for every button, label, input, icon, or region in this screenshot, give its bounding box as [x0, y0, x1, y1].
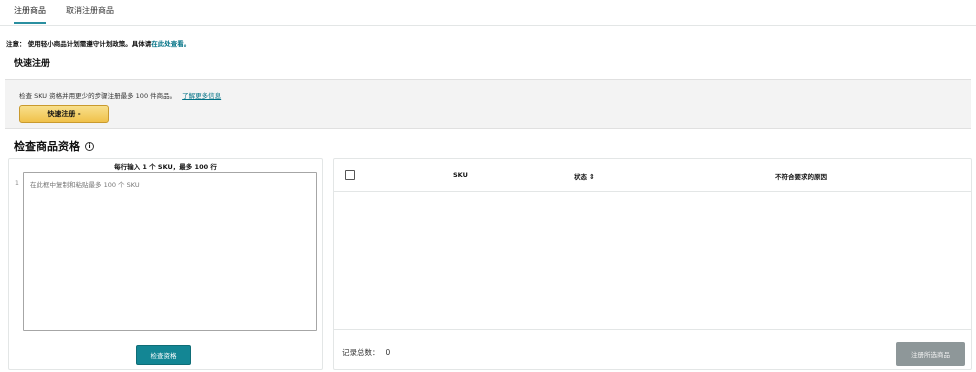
- select-all-checkbox[interactable]: [345, 170, 355, 180]
- learn-more-link[interactable]: 了解更多信息: [182, 92, 221, 100]
- record-count: 记录总数： 0: [342, 347, 390, 358]
- quick-register-button[interactable]: 快速注册 -: [19, 105, 109, 123]
- info-icon[interactable]: i: [85, 141, 94, 151]
- results-table: SKU 状态 ⇕ 不符合要求的原因 记录总数： 0 注册所选商品: [333, 158, 972, 370]
- check-eligibility-button[interactable]: 检查资格: [136, 345, 191, 365]
- tab-unregister-products[interactable]: 取消注册商品: [66, 5, 114, 22]
- quick-register-box: 检查 SKU 资格并用更少的步骤注册最多 100 件商品。 了解更多信息 快速注册…: [5, 79, 971, 129]
- sku-input-panel: 每行输入 1 个 SKU，最多 100 行 1 检查资格: [8, 158, 323, 370]
- record-count-value: 0: [385, 348, 391, 357]
- tab-register-products[interactable]: 注册商品: [14, 5, 46, 24]
- quick-register-text: 检查 SKU 资格并用更少的步骤注册最多 100 件商品。: [19, 92, 177, 100]
- check-eligibility-heading: 检查商品资格 i: [14, 138, 94, 154]
- policy-notice: 注意： 使用轻小商品计划需遵守计划政策。具体请在此处查看。: [6, 38, 190, 48]
- column-header-sku: SKU: [453, 171, 468, 179]
- line-number: 1: [15, 180, 19, 187]
- tab-bar: 注册商品 取消注册商品: [0, 0, 976, 26]
- sort-icon[interactable]: ⇕: [589, 173, 595, 181]
- notice-text: 注意： 使用轻小商品计划需遵守计划政策。具体请: [6, 40, 152, 48]
- table-header: SKU 状态 ⇕ 不符合要求的原因: [334, 159, 971, 192]
- register-selected-button[interactable]: 注册所选商品: [896, 342, 965, 366]
- quick-register-title: 快速注册: [14, 59, 51, 69]
- column-header-status[interactable]: 状态 ⇕: [574, 171, 595, 181]
- column-header-reason: 不符合要求的原因: [775, 173, 827, 181]
- check-eligibility-title: 检查商品资格: [14, 140, 80, 153]
- table-footer: 记录总数： 0 注册所选商品: [334, 329, 971, 371]
- record-count-label: 记录总数：: [342, 348, 380, 357]
- notice-link[interactable]: 在此处查看。: [151, 40, 190, 48]
- status-label: 状态: [574, 173, 587, 181]
- sku-textarea[interactable]: [23, 172, 317, 331]
- quick-register-description: 检查 SKU 资格并用更少的步骤注册最多 100 件商品。 了解更多信息: [19, 90, 221, 100]
- sku-input-hint: 每行输入 1 个 SKU，最多 100 行: [114, 163, 217, 171]
